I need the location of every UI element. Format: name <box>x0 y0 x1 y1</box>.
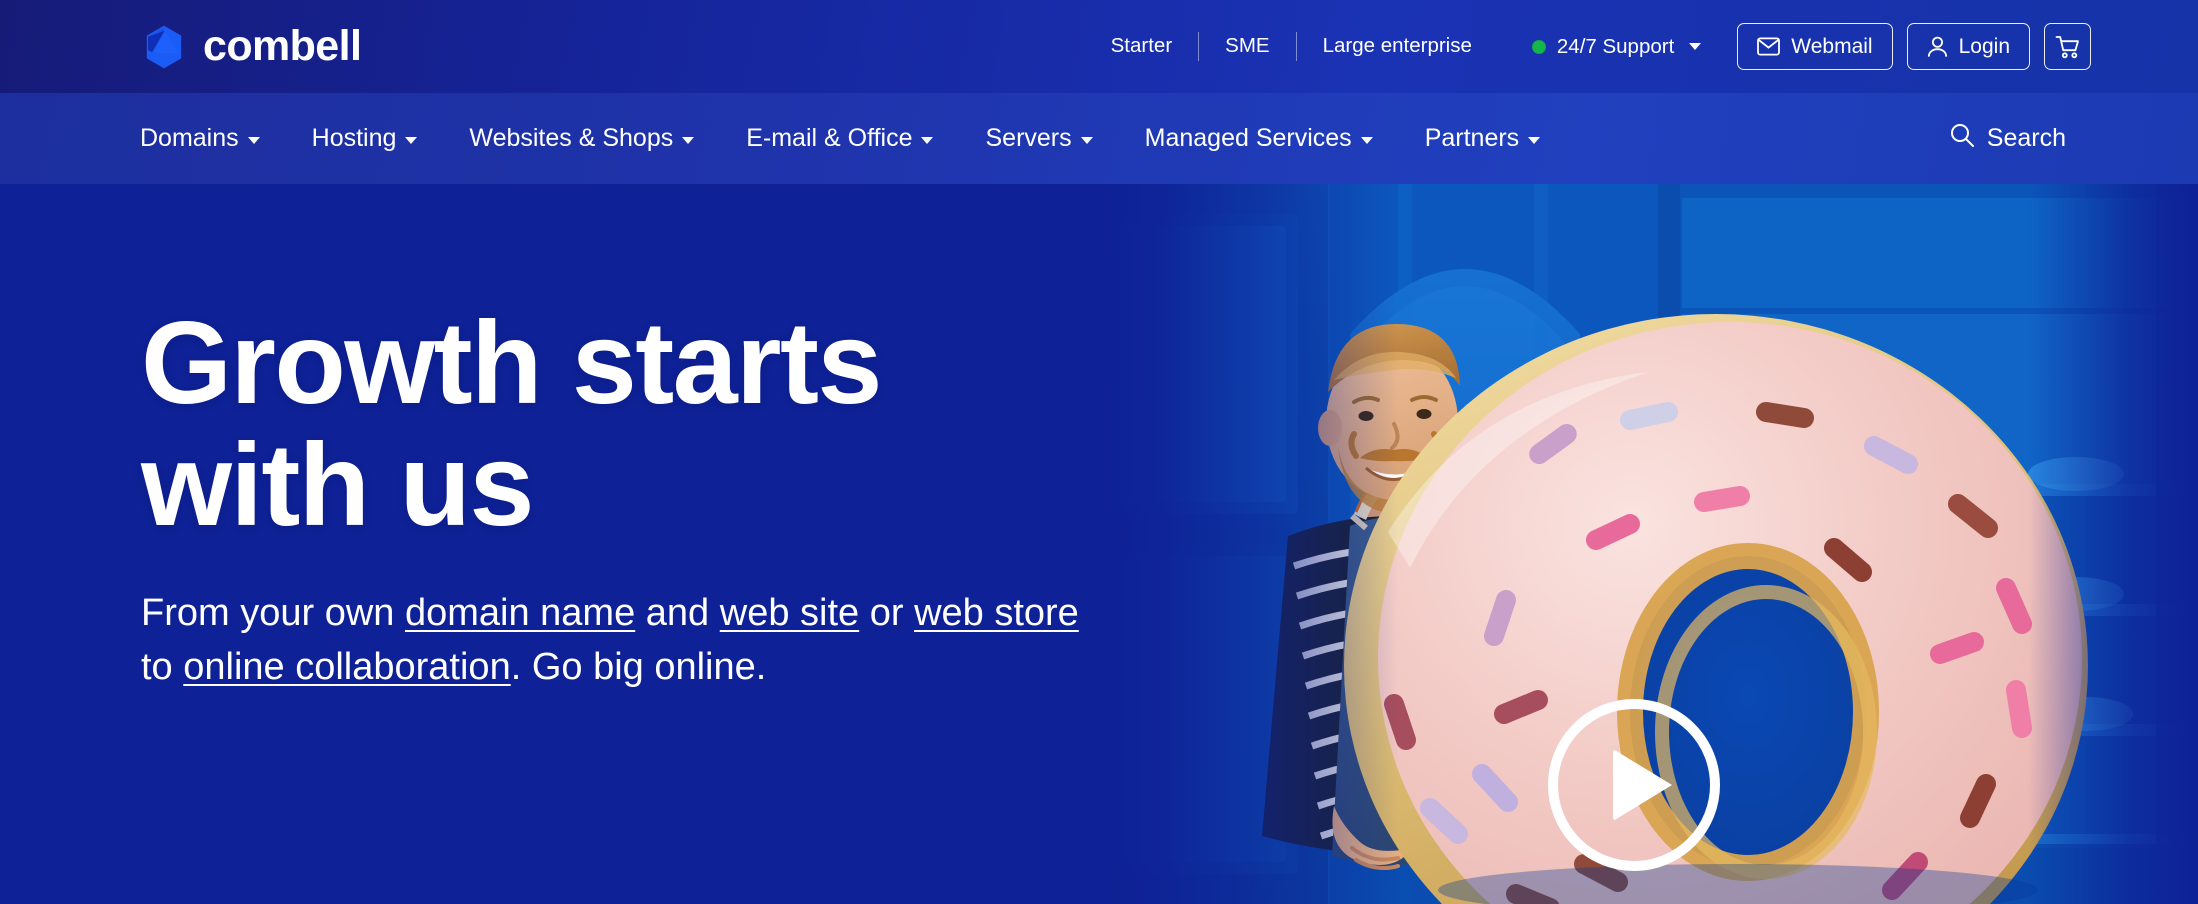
hero-link-online-collaboration[interactable]: online collaboration <box>183 646 510 688</box>
top-bar: combell Starter SME Large enterprise 24/… <box>0 0 2198 93</box>
top-bar-right-group: Starter SME Large enterprise 24/7 Suppor… <box>1085 0 2091 93</box>
nav-label: Servers <box>985 124 1072 152</box>
login-label: Login <box>1958 34 2010 58</box>
hero-subtitle-text-4: to <box>141 646 184 689</box>
brand-wordmark: combell <box>203 22 362 70</box>
nav-label: Managed Services <box>1144 124 1352 152</box>
user-icon <box>1927 36 1948 58</box>
play-video-button[interactable] <box>1548 699 1720 871</box>
chevron-down-icon <box>682 137 695 144</box>
hero-content: Growth starts with us From your own doma… <box>141 302 1081 695</box>
combell-hexagon-logo-icon <box>141 24 187 70</box>
hero-title: Growth starts with us <box>141 302 1081 545</box>
nav-label: Hosting <box>311 124 397 152</box>
audience-segment-links: Starter SME Large enterprise <box>1085 32 1498 61</box>
hero-subtitle-text-5: . Go big online. <box>510 646 767 689</box>
chevron-down-icon <box>1528 137 1541 144</box>
hero-subtitle-text-2: and <box>635 592 720 635</box>
nav-item-websites-shops[interactable]: Websites & Shops <box>443 126 720 151</box>
nav-item-hosting[interactable]: Hosting <box>286 126 444 151</box>
nav-item-domains[interactable]: Domains <box>126 126 286 151</box>
hero-link-web-store[interactable]: web store <box>914 592 1079 634</box>
shopping-cart-icon <box>2055 35 2081 59</box>
login-button[interactable]: Login <box>1906 23 2030 70</box>
cart-button[interactable] <box>2044 23 2091 70</box>
hero-subtitle-text-3: or <box>859 592 915 635</box>
hero-title-line-1: Growth starts <box>141 297 882 428</box>
brand-logo-link[interactable]: combell <box>141 22 362 70</box>
hero-section: Growth starts with us From your own doma… <box>0 184 2198 904</box>
chevron-down-icon <box>1689 43 1702 50</box>
search-button[interactable]: Search <box>1949 122 2066 155</box>
search-icon <box>1949 122 1975 155</box>
envelope-icon <box>1757 37 1781 56</box>
nav-label: E-mail & Office <box>746 124 913 152</box>
webmail-label: Webmail <box>1791 34 1873 58</box>
hero-subtitle-text-1: From your own <box>141 592 405 635</box>
online-status-dot-icon <box>1531 39 1546 54</box>
hero-link-domain-name[interactable]: domain name <box>405 592 635 634</box>
nav-label: Websites & Shops <box>469 124 674 152</box>
main-nav-items: Domains Hosting Websites & Shops E-mail … <box>126 126 1566 151</box>
support-menu[interactable]: 24/7 Support <box>1531 34 1702 59</box>
chevron-down-icon <box>1080 137 1093 144</box>
nav-item-email-office[interactable]: E-mail & Office <box>720 126 959 151</box>
chevron-down-icon <box>405 137 418 144</box>
support-label: 24/7 Support <box>1556 34 1675 58</box>
nav-item-partners[interactable]: Partners <box>1399 126 1566 151</box>
chevron-down-icon <box>921 137 934 144</box>
hero-subtitle: From your own domain name and web site o… <box>141 587 1081 695</box>
nav-label: Domains <box>140 124 239 152</box>
chevron-down-icon <box>1360 137 1373 144</box>
search-label: Search <box>1986 124 2066 152</box>
webmail-button[interactable]: Webmail <box>1737 23 1893 70</box>
hero-link-web-site[interactable]: web site <box>720 592 859 634</box>
segment-link-sme[interactable]: SME <box>1199 36 1295 57</box>
nav-label: Partners <box>1424 124 1520 152</box>
hero-title-line-2: with us <box>141 418 534 550</box>
nav-item-managed-services[interactable]: Managed Services <box>1119 126 1399 151</box>
segment-link-large-enterprise[interactable]: Large enterprise <box>1297 36 1498 57</box>
chevron-down-icon <box>247 137 260 144</box>
play-icon <box>1612 749 1672 821</box>
nav-item-servers[interactable]: Servers <box>959 126 1118 151</box>
main-navigation: Domains Hosting Websites & Shops E-mail … <box>0 93 2198 184</box>
segment-link-starter[interactable]: Starter <box>1085 36 1199 57</box>
